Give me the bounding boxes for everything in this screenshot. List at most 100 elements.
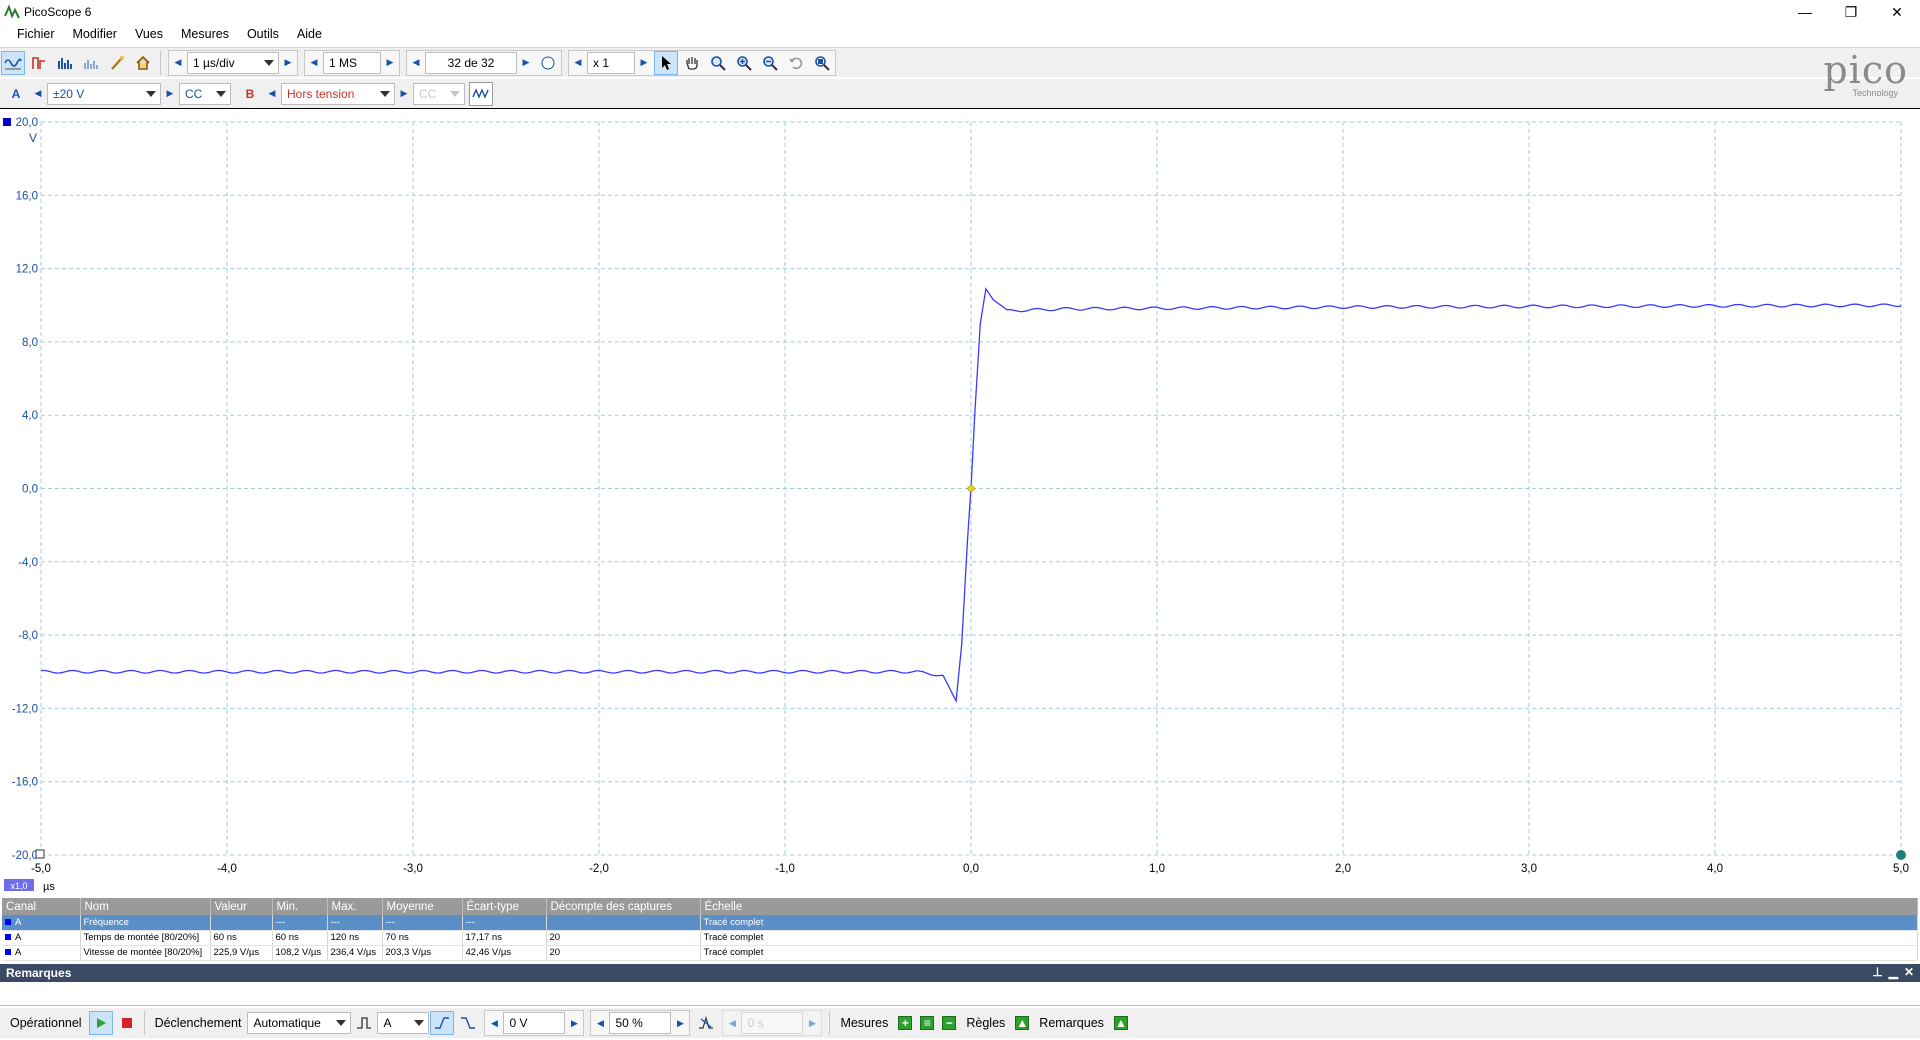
channel-b-coupling-select[interactable]: CC <box>413 82 465 105</box>
menu-modifier[interactable]: Modifier <box>64 24 126 45</box>
start-button[interactable] <box>88 1011 113 1035</box>
oscilloscope-chart[interactable]: 20,0 16,0 12,0 8,0 4,0 0,0 -4,0 -8,0 -12,0 -16,0 -… <box>0 110 1920 897</box>
buffer-previous-button[interactable]: ◀ <box>407 51 425 75</box>
col-nom[interactable]: Nom <box>80 898 211 915</box>
select-tool-button[interactable] <box>654 50 678 75</box>
undo-zoom-button[interactable] <box>784 51 808 75</box>
minimize-panel-icon[interactable]: ▁ <box>1889 965 1898 979</box>
pretrigger-field[interactable]: 50 % <box>609 1012 672 1034</box>
buffer-next-button[interactable]: ▶ <box>517 51 535 75</box>
rising-edge-button[interactable] <box>430 1011 455 1035</box>
table-cell: 225,9 V/µs <box>210 945 273 961</box>
remarks-textarea[interactable] <box>0 982 1920 1006</box>
threshold-decrease-button[interactable]: ◀ <box>485 1011 503 1035</box>
col-canal[interactable]: Canal <box>2 898 81 915</box>
table-cell: Temps de montée [80/20%] <box>80 930 211 946</box>
rules-expand-icon[interactable]: ▲ <box>1015 1016 1030 1030</box>
threshold-field[interactable]: 0 V <box>503 1012 566 1034</box>
scope-view[interactable]: 20,0 16,0 12,0 8,0 4,0 0,0 -4,0 -8,0 -12,0 -16,0 -… <box>0 110 1920 897</box>
samples-decrease-button[interactable]: ◀ <box>305 51 323 75</box>
samples-increase-button[interactable]: ▶ <box>381 51 399 75</box>
timebase-select[interactable]: 1 µs/div <box>187 51 279 74</box>
channel-b-button[interactable]: B <box>238 82 262 106</box>
pretrigger-control: ◀ 50 % ▶ <box>590 1010 691 1036</box>
y-tick-label: 16,0 <box>16 190 38 202</box>
spectrum-mode-button[interactable] <box>53 51 77 75</box>
minimize-button[interactable]: — <box>1782 0 1828 24</box>
delete-measure-icon[interactable]: − <box>942 1016 957 1030</box>
channel-b-range-select[interactable]: Hors tension <box>281 82 395 105</box>
zoom-out-button[interactable] <box>758 51 782 75</box>
col-decompte[interactable]: Décompte des captures <box>546 898 701 915</box>
channel-a-range-select[interactable]: ±20 V <box>47 82 161 105</box>
close-panel-icon[interactable]: ✕ <box>1904 965 1914 979</box>
probe-button[interactable] <box>105 51 129 75</box>
menu-aide[interactable]: Aide <box>288 24 331 45</box>
pretrigger-increase-button[interactable]: ▶ <box>671 1011 689 1035</box>
trigger-mode-select[interactable]: Automatique <box>247 1012 352 1034</box>
buffer-field[interactable]: 32 de 32 <box>425 51 517 74</box>
samples-field[interactable]: 1 MS <box>323 51 381 74</box>
y-tick-label: -12,0 <box>12 703 38 715</box>
close-button[interactable]: ✕ <box>1874 0 1920 24</box>
menu-fichier[interactable]: Fichier <box>8 24 64 45</box>
trigger-source-select[interactable]: A <box>377 1012 430 1034</box>
timebase-control: ◀ 1 µs/div ▶ <box>168 49 298 76</box>
spectrum-persistence-button[interactable] <box>79 51 103 75</box>
edit-measure-icon[interactable]: ≡ <box>920 1016 935 1030</box>
pretrigger-decrease-button[interactable]: ◀ <box>591 1011 609 1035</box>
pin-icon[interactable]: ⊥ <box>1872 965 1882 979</box>
zoom-decrease-button[interactable]: ◀ <box>569 51 587 75</box>
zoom-overview-button[interactable] <box>810 51 834 75</box>
delay-decrease-button[interactable]: ◀ <box>723 1011 741 1035</box>
pan-tool-button[interactable] <box>680 51 704 75</box>
threshold-increase-button[interactable]: ▶ <box>565 1011 583 1035</box>
falling-edge-button[interactable] <box>456 1011 480 1035</box>
home-icon <box>136 55 150 70</box>
y-tick-label: 0,0 <box>22 484 38 496</box>
ruler-handle[interactable] <box>1896 850 1906 860</box>
delay-toggle-button[interactable] <box>694 1011 718 1035</box>
table-row[interactable]: A Vitesse de montée [80/20%] 225,9 V/µs … <box>2 945 1918 961</box>
home-button[interactable] <box>131 51 155 75</box>
timebase-increase-button[interactable]: ▶ <box>279 51 297 75</box>
menu-mesures[interactable]: Mesures <box>172 24 238 45</box>
capture-toolbar: ◀ 1 µs/div ▶ ◀ 1 MS ▶ ◀ 32 de 32 ▶ ◀ x 1… <box>0 47 1920 77</box>
zoom-corner-icon[interactable] <box>35 849 45 859</box>
col-echelle[interactable]: Échelle <box>700 898 1918 915</box>
menu-outils[interactable]: Outils <box>238 24 288 45</box>
zoom-field[interactable]: x 1 <box>587 51 635 74</box>
signal-generator-button[interactable] <box>469 81 493 106</box>
col-ecart-type[interactable]: Écart-type <box>462 898 547 915</box>
scope-mode-button[interactable] <box>1 50 25 75</box>
zoom-in-button[interactable] <box>732 51 756 75</box>
col-min[interactable]: Min. <box>272 898 328 915</box>
table-row[interactable]: A Fréquence --- --- --- --- Tracé comple… <box>2 915 1918 931</box>
delay-increase-button[interactable]: ▶ <box>803 1011 821 1035</box>
channel-b-range-decrease[interactable]: ◀ <box>263 82 281 106</box>
trigger-type-button[interactable] <box>352 1011 376 1035</box>
col-max[interactable]: Max. <box>327 898 383 915</box>
buffer-overview-button[interactable] <box>536 51 560 75</box>
remarks-expand-icon[interactable]: ▲ <box>1113 1016 1128 1030</box>
menu-vues[interactable]: Vues <box>126 24 172 45</box>
spectrum-icon <box>58 57 72 69</box>
add-measure-icon[interactable]: + <box>898 1016 913 1030</box>
channel-a-range-increase[interactable]: ▶ <box>161 82 179 106</box>
channel-a-range-decrease[interactable]: ◀ <box>29 82 47 106</box>
col-valeur[interactable]: Valeur <box>210 898 273 915</box>
persistence-mode-button[interactable] <box>27 51 51 75</box>
stop-button[interactable] <box>115 1011 139 1035</box>
col-moyenne[interactable]: Moyenne <box>382 898 463 915</box>
timebase-decrease-button[interactable]: ◀ <box>169 51 187 75</box>
x-tick-label: 3,0 <box>1521 863 1537 875</box>
table-row[interactable]: A Temps de montée [80/20%] 60 ns 60 ns 1… <box>2 930 1918 946</box>
channel-a-coupling-select[interactable]: CC <box>179 82 231 105</box>
zoom-increase-button[interactable]: ▶ <box>635 51 653 75</box>
zoom-area-button[interactable] <box>706 51 730 75</box>
channel-b-range-increase[interactable]: ▶ <box>395 82 413 106</box>
y-tick-label: 12,0 <box>16 264 38 276</box>
delay-field[interactable]: 0 s <box>741 1012 804 1034</box>
channel-a-button[interactable]: A <box>4 82 28 106</box>
restore-button[interactable]: ❐ <box>1828 0 1874 24</box>
